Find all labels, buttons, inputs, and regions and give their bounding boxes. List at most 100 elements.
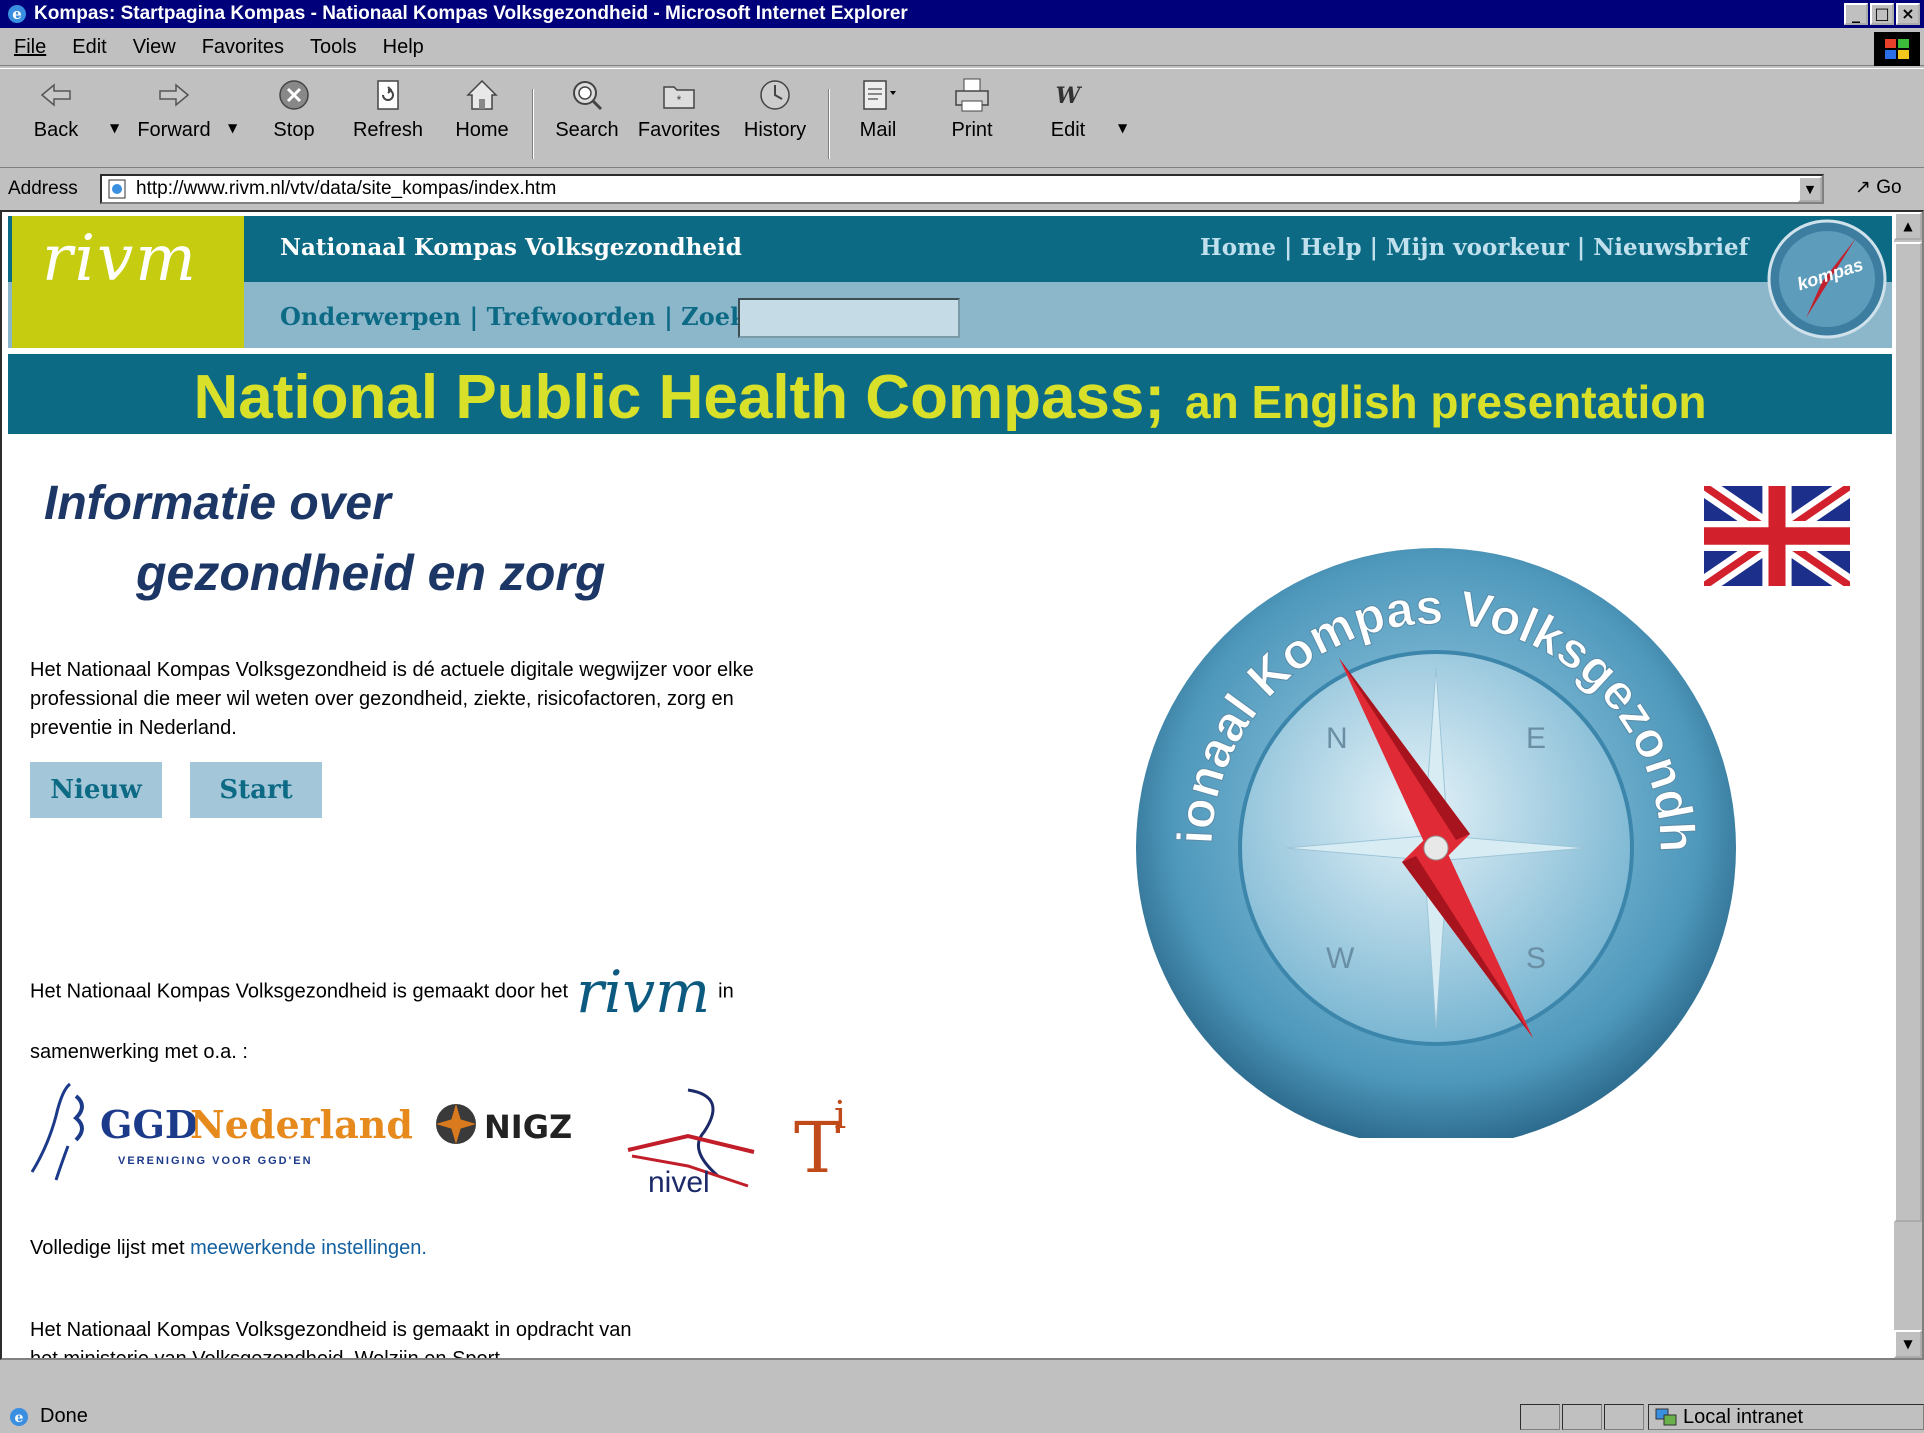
zoek-input[interactable]: [738, 298, 960, 338]
menu-favorites[interactable]: Favorites: [202, 36, 284, 59]
search-icon: [573, 81, 603, 111]
go-button[interactable]: ↗ Go: [1855, 176, 1902, 199]
rivm-logo[interactable]: rivm: [12, 216, 244, 348]
start-button[interactable]: Start: [190, 762, 322, 818]
minimize-button[interactable]: _: [1844, 3, 1868, 25]
top-nav-links[interactable]: Home | Help | Mijn voorkeur | Nieuwsbrie…: [1200, 234, 1749, 261]
svg-text:NIGZ: NIGZ: [484, 1108, 572, 1146]
title-bar: e Kompas: Startpagina Kompas - Nationaal…: [0, 0, 1924, 28]
back-button[interactable]: Back: [28, 75, 84, 142]
menu-help[interactable]: Help: [383, 36, 424, 59]
address-label: Address: [8, 178, 78, 199]
heading-line-1: Informatie over: [44, 477, 391, 530]
svg-text:VERENIGING VOOR GGD'EN: VERENIGING VOOR GGD'EN: [118, 1155, 313, 1167]
address-input[interactable]: http://www.rivm.nl/vtv/data/site_kompas/…: [100, 174, 1824, 204]
address-dropdown-icon[interactable]: ▼: [1798, 176, 1822, 202]
menu-bar: File Edit View Favorites Tools Help: [0, 30, 1924, 66]
english-banner[interactable]: National Public Health Compass; an Engli…: [8, 354, 1892, 434]
forward-button[interactable]: Forward: [134, 75, 214, 142]
compass-image: Nationaal Kompas Volksgezondheid N E S W: [1126, 518, 1736, 1138]
svg-text:e: e: [12, 5, 22, 23]
menu-tools[interactable]: Tools: [310, 36, 357, 59]
scroll-down-icon[interactable]: ▼: [1894, 1330, 1922, 1358]
windows-logo-icon: [1874, 32, 1920, 66]
ie-page-icon: e: [10, 1407, 28, 1426]
history-button[interactable]: History: [738, 75, 812, 142]
banner-title: National Public Health Compass;: [193, 363, 1166, 432]
web-page: rivm Nationaal Kompas Volksgezondheid Ho…: [8, 216, 1892, 1358]
vertical-scrollbar[interactable]: ▲ ▼: [1894, 212, 1922, 1358]
address-url: http://www.rivm.nl/vtv/data/site_kompas/…: [136, 178, 557, 199]
go-arrow-icon: ↗: [1855, 177, 1871, 198]
intro-text: Het Nationaal Kompas Volksgezondheid is …: [30, 659, 754, 739]
svg-text:S: S: [1526, 942, 1546, 975]
svg-text:Nederland: Nederland: [190, 1102, 413, 1147]
forward-dropdown-icon[interactable]: ▼: [228, 121, 237, 135]
status-text: Done: [40, 1405, 88, 1427]
sub-nav-links[interactable]: Onderwerpen | Trefwoorden | Zoek :: [280, 302, 764, 331]
partner-logos: GGD Nederland VERENIGING VOOR GGD'EN NIG…: [30, 1082, 846, 1196]
stop-icon: [279, 80, 309, 110]
refresh-button[interactable]: Refresh: [348, 75, 428, 142]
status-bar: e Done Local intranet: [0, 1400, 1924, 1433]
status-pane: [1604, 1404, 1644, 1430]
kompas-logo-icon[interactable]: kompas: [1766, 218, 1888, 340]
back-dropdown-icon[interactable]: ▼: [110, 121, 119, 135]
svg-text:GGD: GGD: [100, 1102, 198, 1147]
rivm-inline-logo: rivm: [576, 958, 711, 1026]
nigz-logo[interactable]: NIGZ: [436, 1104, 572, 1146]
commission-text: Het Nationaal Kompas Volksgezondheid is …: [30, 1319, 632, 1360]
svg-text:i: i: [834, 1093, 846, 1137]
trimbos-logo[interactable]: T i: [794, 1093, 846, 1189]
printer-icon: [955, 78, 989, 112]
menu-file[interactable]: File: [14, 36, 46, 59]
mail-icon: [863, 80, 896, 110]
refresh-icon: [377, 80, 399, 110]
home-button[interactable]: Home: [450, 75, 514, 142]
status-pane: [1562, 1404, 1602, 1430]
banner-subtitle: an English presentation: [1185, 376, 1707, 428]
toolbar: Back ▼ Forward ▼ Stop Refresh Home Searc…: [0, 68, 1924, 168]
page-icon: [108, 179, 126, 199]
toolbar-separator: [532, 89, 534, 159]
ie-icon: e: [8, 5, 26, 23]
svg-text:W: W: [1056, 83, 1083, 109]
zone-pane: Local intranet: [1648, 1404, 1924, 1430]
ggd-nederland-logo[interactable]: GGD Nederland VERENIGING VOOR GGD'EN: [30, 1082, 413, 1181]
scroll-up-icon[interactable]: ▲: [1894, 212, 1922, 240]
svg-text:*: *: [677, 93, 682, 107]
svg-text:W: W: [1326, 942, 1355, 975]
page-viewport: rivm Nationaal Kompas Volksgezondheid Ho…: [0, 210, 1924, 1360]
favorites-folder-icon: *: [663, 86, 695, 109]
maximize-button[interactable]: □: [1870, 3, 1894, 25]
heading-line-2: gezondheid en zorg: [136, 545, 606, 601]
close-button[interactable]: ×: [1896, 3, 1920, 25]
svg-text:N: N: [1326, 722, 1348, 755]
stop-button[interactable]: Stop: [266, 75, 322, 142]
favorites-button[interactable]: * Favorites: [636, 75, 722, 142]
menu-view[interactable]: View: [133, 36, 176, 59]
rivm-logo-text: rivm: [42, 222, 198, 296]
mail-button[interactable]: Mail: [850, 75, 906, 142]
status-pane: [1520, 1404, 1560, 1430]
edit-dropdown-icon[interactable]: ▼: [1118, 121, 1127, 135]
svg-text:e: e: [15, 1410, 24, 1426]
edit-button[interactable]: W Edit: [1040, 75, 1096, 142]
svg-text:E: E: [1526, 722, 1546, 755]
volledige-lijst-text: Volledige lijst met meewerkende instelli…: [30, 1237, 427, 1259]
home-icon: [466, 79, 498, 110]
local-intranet-icon: [1655, 1408, 1677, 1426]
nieuw-button[interactable]: Nieuw: [30, 762, 162, 818]
nivel-logo[interactable]: nivel: [627, 1088, 755, 1196]
scroll-thumb[interactable]: [1894, 242, 1922, 1222]
print-button[interactable]: Print: [944, 75, 1000, 142]
back-arrow-icon: [40, 83, 71, 107]
samenwerking-text: samenwerking met o.a. :: [30, 1041, 248, 1063]
meewerkende-instellingen-link[interactable]: meewerkende instellingen.: [190, 1237, 427, 1259]
window-title: Kompas: Startpagina Kompas - Nationaal K…: [34, 3, 908, 24]
menu-edit[interactable]: Edit: [72, 36, 106, 59]
word-edit-icon: W: [1056, 83, 1083, 109]
browser-window: e Kompas: Startpagina Kompas - Nationaal…: [0, 0, 1924, 1433]
svg-text:nivel: nivel: [648, 1166, 710, 1196]
search-button[interactable]: Search: [552, 75, 622, 142]
